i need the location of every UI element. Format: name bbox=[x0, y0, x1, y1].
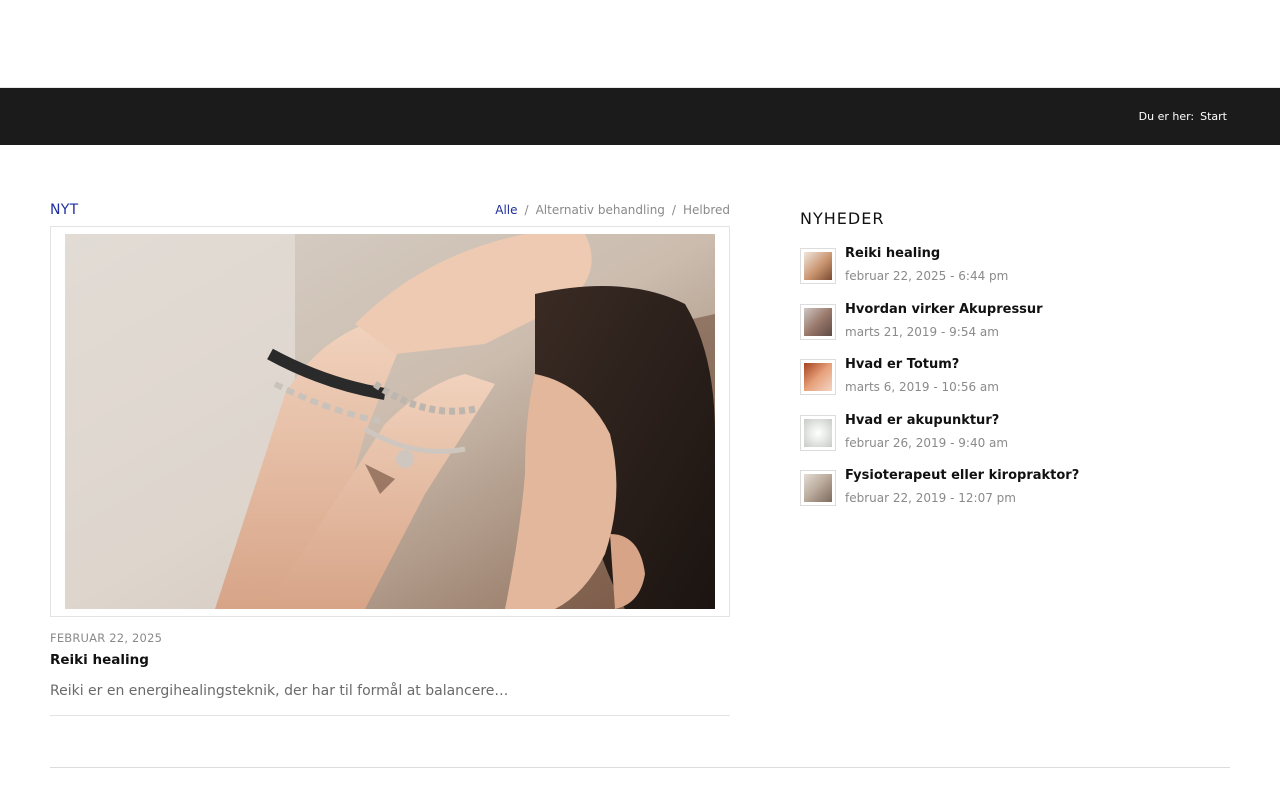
post-card[interactable] bbox=[50, 226, 730, 617]
filter-all[interactable]: Alle bbox=[495, 203, 517, 217]
filter-separator: / bbox=[671, 203, 676, 217]
news-title-link[interactable]: Reiki healing bbox=[845, 246, 940, 261]
sidebar-title: NYHEDER bbox=[800, 209, 885, 228]
news-date: marts 6, 2019 - 10:56 am bbox=[845, 380, 999, 394]
footer-divider bbox=[50, 767, 1230, 768]
news-list: Reiki healing februar 22, 2025 - 6:44 pm… bbox=[800, 246, 1230, 524]
news-title-link[interactable]: Fysioterapeut eller kiropraktor? bbox=[845, 468, 1079, 483]
news-date: februar 22, 2025 - 6:44 pm bbox=[845, 269, 1009, 283]
news-thumbnail[interactable] bbox=[800, 303, 836, 340]
news-title-link[interactable]: Hvad er akupunktur? bbox=[845, 413, 999, 428]
breadcrumb: Du er her: Start bbox=[1139, 110, 1227, 123]
title-bar: Du er her: Start bbox=[0, 88, 1280, 145]
woman-hands-photo-illustration bbox=[65, 234, 715, 609]
filter-alternativ-behandling[interactable]: Alternativ behandling bbox=[536, 203, 665, 217]
post-image[interactable] bbox=[65, 234, 715, 609]
news-date: februar 22, 2019 - 12:07 pm bbox=[845, 491, 1016, 505]
news-item[interactable]: Hvordan virker Akupressur marts 21, 2019… bbox=[800, 302, 1230, 358]
news-item[interactable]: Fysioterapeut eller kiropraktor? februar… bbox=[800, 468, 1230, 524]
news-item[interactable]: Hvad er Totum? marts 6, 2019 - 10:56 am bbox=[800, 357, 1230, 413]
post-excerpt: Reiki er en energihealingsteknik, der ha… bbox=[50, 683, 509, 699]
news-item[interactable]: Hvad er akupunktur? februar 26, 2019 - 9… bbox=[800, 413, 1230, 469]
news-date: marts 21, 2019 - 9:54 am bbox=[845, 324, 999, 339]
post-date: FEBRUAR 22, 2025 bbox=[50, 631, 163, 645]
news-date: februar 26, 2019 - 9:40 am bbox=[845, 435, 1009, 450]
breadcrumb-home-link[interactable]: Start bbox=[1200, 110, 1227, 123]
section-title: NYT bbox=[50, 202, 79, 218]
site-header bbox=[0, 0, 1280, 88]
news-title-link[interactable]: Hvad er Totum? bbox=[845, 357, 959, 372]
news-item[interactable]: Reiki healing februar 22, 2025 - 6:44 pm bbox=[800, 246, 1230, 302]
category-filters: Alle / Alternativ behandling / Helbred bbox=[495, 203, 730, 217]
news-thumbnail[interactable] bbox=[800, 414, 836, 451]
news-thumbnail[interactable] bbox=[800, 248, 836, 284]
breadcrumb-prefix: Du er her: bbox=[1138, 110, 1195, 123]
post-title-link[interactable]: Reiki healing bbox=[50, 652, 149, 668]
news-thumbnail[interactable] bbox=[800, 359, 836, 395]
filter-helbred[interactable]: Helbred bbox=[683, 203, 730, 217]
portfolio-header: NYT Alle / Alternativ behandling / Helbr… bbox=[50, 200, 730, 222]
filter-separator: / bbox=[524, 203, 529, 217]
divider bbox=[50, 715, 730, 716]
news-title-link[interactable]: Hvordan virker Akupressur bbox=[845, 302, 1043, 317]
news-thumbnail[interactable] bbox=[800, 470, 836, 506]
